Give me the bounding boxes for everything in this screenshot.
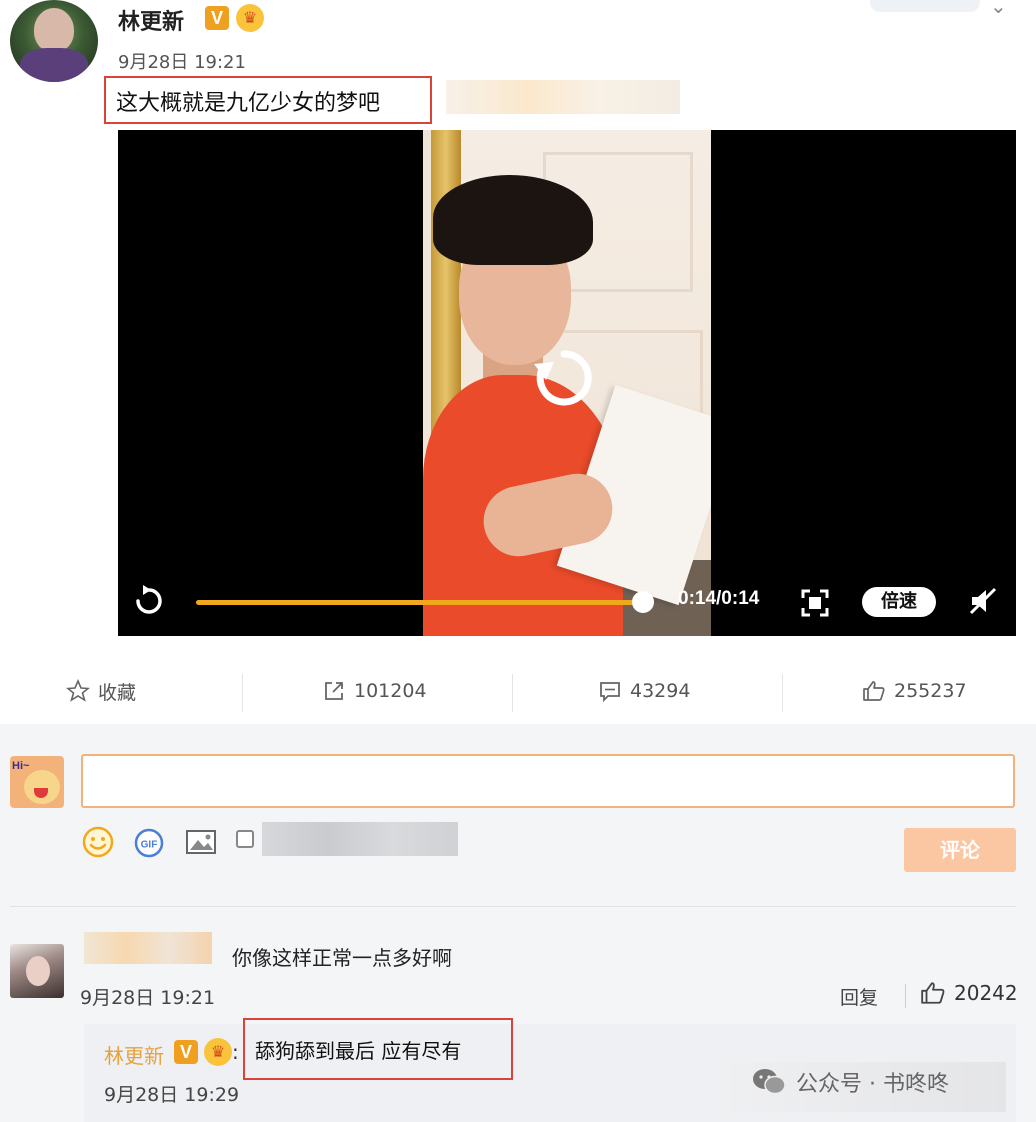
watermark-text: 公众号 · 书咚咚 [796,1072,949,1097]
gif-icon[interactable]: GIF [134,828,164,858]
wechat-icon [753,1069,786,1095]
reply-colon: : [232,1040,239,1064]
image-icon[interactable] [185,828,217,856]
comment-count: 43294 [630,680,691,702]
header-decoration [870,0,980,12]
author-avatar[interactable] [10,0,98,82]
reply-button[interactable]: 回复 [840,983,878,1010]
action-divider [242,674,243,712]
repost-count: 101204 [354,680,427,702]
current-user-avatar[interactable]: Hi~ [10,756,64,808]
video-player[interactable]: 0:14/0:14 倍速 [118,130,1016,636]
replay-center-icon[interactable] [528,342,600,414]
emoji-icon[interactable] [82,826,114,858]
gif-label: GIF [141,840,158,851]
favorite-label: 收藏 [98,681,137,704]
reply-timestamp: 9月28日 19:29 [104,1084,240,1106]
chevron-down-icon[interactable]: ⌄ [990,0,1007,18]
favorite-button[interactable]: 收藏 [66,676,136,706]
progress-handle[interactable] [632,591,654,613]
comment-icon [600,682,620,703]
star-icon [66,679,90,702]
like-button[interactable]: 255237 [862,676,967,706]
video-timecode: 0:14/0:14 [678,588,760,609]
share-icon [325,682,343,700]
thumbs-up-icon [863,681,885,701]
watermark: 公众号 · 书咚咚 [752,1066,949,1098]
reply-text: 舔狗舔到最后 应有尽有 [243,1018,513,1080]
repost-checkbox[interactable] [236,830,254,848]
separator [10,906,1016,907]
verified-v-icon: V [174,1040,198,1064]
comment-divider [905,984,906,1008]
crown-badge-icon: ♛ [204,1038,232,1066]
comment-like-count: 20242 [954,981,1018,1005]
blurred-content [446,80,680,114]
comment-like-button[interactable]: 20242 [920,980,1018,1006]
blurred-commenter-name[interactable] [84,932,212,964]
submit-comment-button[interactable]: 评论 [904,828,1016,872]
comment-timestamp: 9月28日 19:21 [80,987,216,1009]
author-name[interactable]: 林更新 [118,4,184,36]
comment-input[interactable] [81,754,1015,808]
action-divider [782,674,783,712]
blurred-checkbox-label [262,822,458,856]
commenter-avatar[interactable] [10,944,64,998]
like-count: 255237 [894,680,967,702]
comment-button[interactable]: 43294 [598,676,690,706]
thumbs-up-icon [921,982,945,1004]
crown-badge-icon: ♛ [236,4,264,32]
comment-text: 你像这样正常一点多好啊 [232,946,452,970]
reply-author[interactable]: 林更新 [104,1040,164,1069]
post-timestamp[interactable]: 9月28日 19:21 [118,48,246,74]
mute-icon[interactable] [968,586,998,616]
action-divider [512,674,513,712]
repost-button[interactable]: 101204 [322,676,427,706]
fullscreen-icon[interactable] [800,588,830,618]
post-text: 这大概就是九亿少女的梦吧 [104,76,432,124]
verified-v-icon: V [205,6,229,30]
replay-icon[interactable] [132,584,166,618]
progress-bar[interactable] [196,600,648,605]
playback-speed-button[interactable]: 倍速 [862,587,936,617]
avatar-text: Hi~ [12,760,30,772]
